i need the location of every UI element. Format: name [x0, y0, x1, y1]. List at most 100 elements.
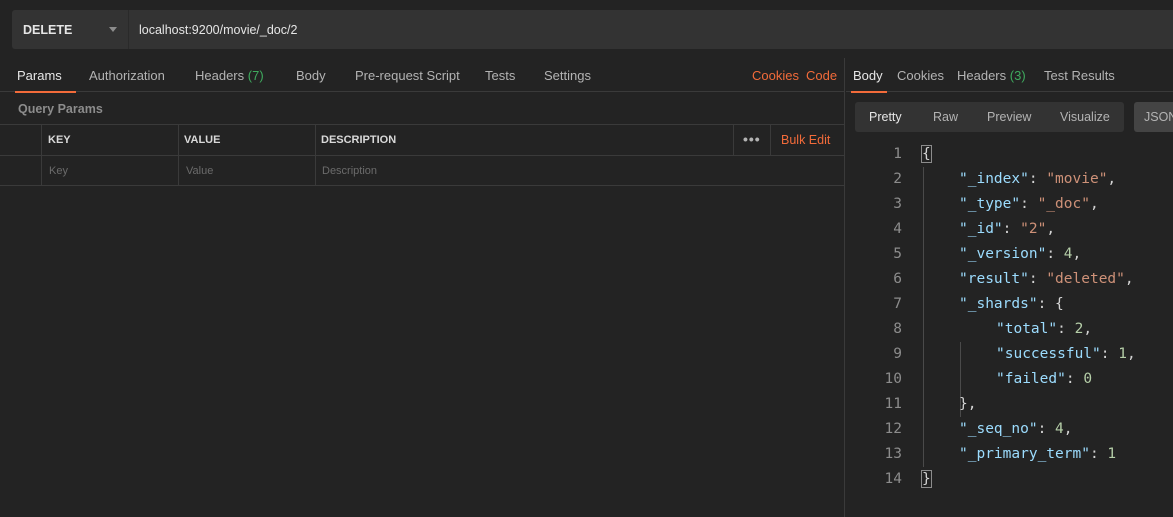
tab-prerequest-label: Pre-request Script	[355, 68, 460, 83]
tab-tests-label: Tests	[485, 68, 516, 83]
json-punctuation: :	[1046, 246, 1064, 262]
bulk-edit-button[interactable]: Bulk Edit	[781, 125, 830, 155]
headers-count-badge: (7)	[247, 68, 264, 83]
view-pretty-button[interactable]: Pretty	[869, 102, 902, 132]
json-punctuation: ,	[1089, 196, 1099, 212]
tab-headers-label: Headers	[195, 68, 245, 83]
chevron-down-icon	[109, 27, 117, 32]
tab-params[interactable]: Params	[15, 58, 76, 93]
json-punctuation: },	[959, 396, 977, 412]
json-key: "_id"	[959, 221, 1003, 237]
view-preview-button[interactable]: Preview	[987, 102, 1031, 132]
response-tab-headers[interactable]: Headers (3)	[957, 58, 1026, 92]
code-text: "_seq_no": 4,	[959, 417, 1073, 442]
tab-settings-label: Settings	[544, 68, 591, 83]
view-visualize-button[interactable]: Visualize	[1060, 102, 1110, 132]
json-punctuation: :	[1057, 321, 1075, 337]
code-text: "_index": "movie",	[959, 167, 1116, 192]
code-line: 10 "failed": 0	[846, 367, 1173, 392]
query-params-table: KEY VALUE DESCRIPTION ••• Bulk Edit Key …	[0, 124, 845, 186]
json-key: "_version"	[959, 246, 1047, 262]
line-number: 12	[884, 421, 902, 437]
json-punctuation: :	[1028, 171, 1047, 187]
json-punctuation: {	[921, 145, 932, 163]
json-punctuation: :	[1020, 196, 1038, 212]
method-label: DELETE	[23, 22, 73, 37]
tab-settings[interactable]: Settings	[544, 58, 591, 92]
tab-headers[interactable]: Headers (7)	[195, 58, 264, 92]
code-text: "_id": "2",	[959, 217, 1055, 242]
line-number: 2	[893, 171, 902, 187]
json-key: "_seq_no"	[959, 421, 1038, 437]
code-line: 2 "_index": "movie",	[846, 167, 1173, 192]
more-options-icon[interactable]: •••	[743, 125, 761, 153]
json-string: "deleted"	[1046, 271, 1125, 287]
request-pane: Params Authorization Headers (7) Body Pr…	[0, 58, 845, 517]
code-text: "result": "deleted",	[959, 267, 1134, 292]
json-punctuation: ,	[1072, 246, 1082, 262]
url-input[interactable]: localhost:9200/movie/_doc/2	[128, 10, 1173, 49]
response-tab-cookies[interactable]: Cookies	[897, 58, 944, 92]
json-number: 1	[1118, 346, 1127, 362]
code-line: 3 "_type": "_doc",	[846, 192, 1173, 217]
key-input[interactable]: Key	[49, 156, 174, 186]
view-mode-bar: Pretty Raw Preview Visualize	[855, 102, 1124, 132]
code-link-label: Code	[806, 68, 838, 83]
line-number: 9	[893, 346, 902, 362]
line-number: 4	[893, 221, 902, 237]
code-link[interactable]: Code	[806, 58, 837, 92]
json-key: "result"	[959, 271, 1029, 287]
code-text: "total": 2,	[996, 317, 1092, 342]
cookies-link[interactable]: Cookies	[752, 58, 799, 92]
json-number: 4	[1063, 246, 1073, 262]
column-divider	[178, 125, 179, 155]
code-line: 4 "_id": "2",	[846, 217, 1173, 242]
column-divider	[770, 125, 771, 155]
code-line: 8 "total": 2,	[846, 317, 1173, 342]
json-number: 0	[1083, 371, 1093, 387]
line-number: 13	[884, 446, 902, 462]
line-number: 11	[884, 396, 902, 412]
line-number: 7	[893, 296, 902, 312]
code-text: "_primary_term": 1	[959, 442, 1116, 467]
json-key: "successful"	[996, 346, 1101, 362]
code-text: }	[921, 467, 932, 492]
response-tabs: Body Cookies Headers (3) Test Results	[846, 58, 1173, 93]
column-divider	[178, 156, 179, 186]
url-text: localhost:9200/movie/_doc/2	[139, 22, 298, 37]
column-header-key: KEY	[48, 134, 71, 146]
column-divider	[41, 125, 42, 155]
query-params-heading: Query Params	[18, 102, 103, 116]
column-header-description: DESCRIPTION	[321, 134, 397, 146]
value-input[interactable]: Value	[186, 156, 311, 186]
code-text: "successful": 1,	[996, 342, 1136, 367]
method-select[interactable]: DELETE	[12, 10, 128, 49]
code-line: 5 "_version": 4,	[846, 242, 1173, 267]
response-tab-test-results[interactable]: Test Results	[1044, 58, 1115, 92]
code-line: 7 "_shards": {	[846, 292, 1173, 317]
tab-prerequest-script[interactable]: Pre-request Script	[355, 58, 460, 92]
response-headers-count-badge: (3)	[1009, 68, 1026, 83]
tab-body-label: Body	[296, 68, 326, 83]
code-line: 9 "successful": 1,	[846, 342, 1173, 367]
description-input[interactable]: Description	[322, 156, 732, 186]
request-bar: DELETE localhost:9200/movie/_doc/2	[0, 0, 1173, 58]
column-divider	[41, 156, 42, 186]
code-text: },	[959, 392, 976, 417]
column-header-value: VALUE	[184, 134, 221, 146]
json-punctuation: }	[921, 470, 932, 488]
format-select[interactable]: JSON	[1134, 102, 1173, 132]
request-tabs: Params Authorization Headers (7) Body Pr…	[0, 58, 845, 93]
json-punctuation: ,	[1126, 346, 1136, 362]
line-number: 8	[893, 321, 902, 337]
code-line: 1{	[846, 142, 1173, 167]
json-key: "_index"	[959, 171, 1029, 187]
line-number: 6	[893, 271, 902, 287]
json-key: "failed"	[996, 371, 1066, 387]
tab-tests[interactable]: Tests	[485, 58, 515, 92]
json-punctuation: ,	[1063, 421, 1073, 437]
response-tab-body[interactable]: Body	[851, 58, 887, 93]
tab-body[interactable]: Body	[296, 58, 326, 92]
tab-authorization[interactable]: Authorization	[89, 58, 165, 92]
view-raw-button[interactable]: Raw	[933, 102, 958, 132]
